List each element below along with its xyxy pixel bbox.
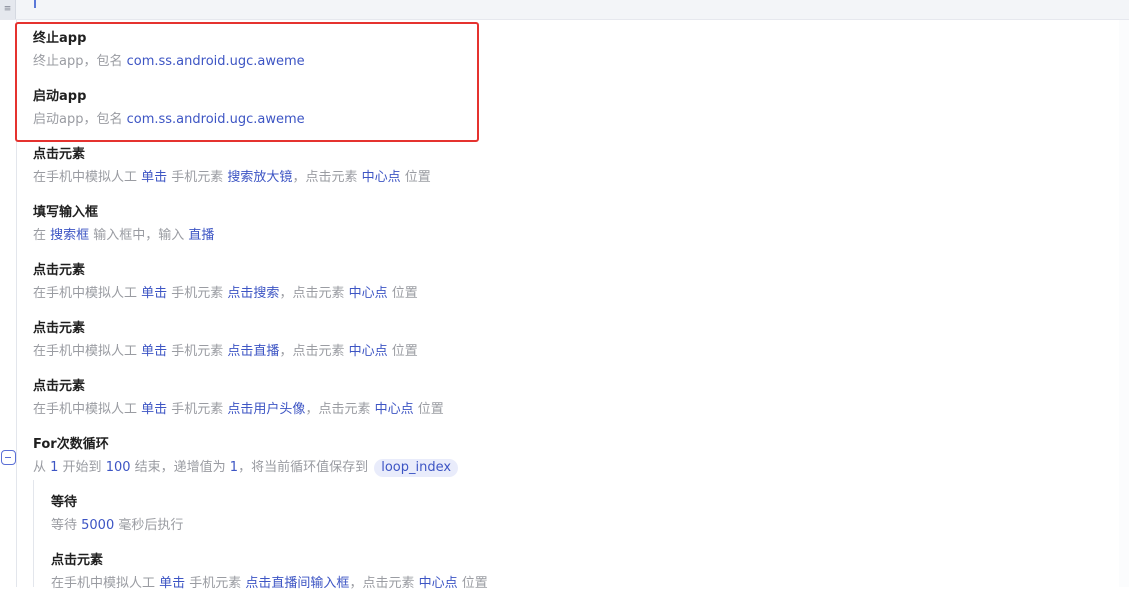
param-value: 单击	[141, 286, 168, 301]
step-description: 启动app，包名 com.ss.android.ugc.aweme	[33, 110, 305, 130]
step-title: 启动app	[33, 89, 87, 104]
step-click-search-icon[interactable]: 点击元素 在手机中模拟人工 单击 手机元素 搜索放大镜，点击元素 中心点 位置	[33, 146, 1103, 198]
step-click-live-input[interactable]: 点击元素 在手机中模拟人工 单击 手机元素 点击直播间输入框，点击元素 中心点 …	[51, 552, 1101, 604]
desc-text: ，点击元素	[279, 286, 349, 301]
step-description: 在手机中模拟人工 单击 手机元素 搜索放大镜，点击元素 中心点 位置	[33, 168, 431, 188]
param-value: 中心点	[361, 170, 401, 185]
param-value: 搜索放大镜	[227, 170, 293, 185]
desc-text: 手机元素	[167, 170, 228, 185]
step-description: 终止app，包名 com.ss.android.ugc.aweme	[33, 52, 305, 72]
step-description: 在手机中模拟人工 单击 手机元素 点击直播间输入框，点击元素 中心点 位置	[51, 574, 488, 594]
desc-text: 输入框中，输入	[89, 228, 189, 243]
step-title: 点击元素	[33, 147, 86, 162]
step-description: 在手机中模拟人工 单击 手机元素 点击直播，点击元素 中心点 位置	[33, 342, 418, 362]
step-click-live[interactable]: 点击元素 在手机中模拟人工 单击 手机元素 点击直播，点击元素 中心点 位置	[33, 320, 1103, 372]
step-fill-input[interactable]: 填写输入框 在 搜索框 输入框中，输入 直播	[33, 204, 1103, 256]
desc-text: 毫秒后执行	[114, 518, 184, 533]
param-value: 中心点	[348, 286, 388, 301]
param-value: 中心点	[374, 402, 414, 417]
param-value: 100	[105, 460, 131, 475]
desc-text: 位置	[387, 286, 418, 301]
desc-text: 等待	[51, 518, 82, 533]
step-title: 点击元素	[33, 321, 86, 336]
param-value: 单击	[141, 402, 168, 417]
step-title: For次数循环	[33, 437, 109, 452]
desc-text: 位置	[400, 170, 431, 185]
variable-chip[interactable]: loop_index	[374, 459, 459, 477]
desc-text: ，点击元素	[305, 402, 375, 417]
desc-text: 手机元素	[167, 402, 228, 417]
desc-text: ，将当前循环值保存到	[238, 460, 373, 475]
panel-tab[interactable]: ≡	[0, 0, 16, 19]
step-title: 点击元素	[51, 553, 104, 568]
desc-text: ，点击元素	[292, 170, 362, 185]
desc-text: 从	[33, 460, 51, 475]
param-value: 单击	[159, 576, 186, 591]
param-value: 点击用户头像	[227, 402, 306, 417]
step-start-app[interactable]: 启动app 启动app，包名 com.ss.android.ugc.aweme	[33, 88, 1103, 140]
step-description: 在手机中模拟人工 单击 手机元素 点击用户头像，点击元素 中心点 位置	[33, 400, 444, 420]
desc-text: 在手机中模拟人工	[33, 344, 142, 359]
step-title: 点击元素	[33, 379, 86, 394]
param-value: 1	[229, 460, 239, 475]
param-value: 点击直播间输入框	[245, 576, 350, 591]
collapse-toggle-icon[interactable]	[1, 450, 16, 465]
loop-guide-line	[33, 480, 34, 587]
text-cursor	[34, 0, 36, 8]
param-value: 单击	[141, 170, 168, 185]
step-click-search[interactable]: 点击元素 在手机中模拟人工 单击 手机元素 点击搜索，点击元素 中心点 位置	[33, 262, 1103, 314]
step-title: 点击元素	[33, 263, 86, 278]
step-click-avatar[interactable]: 点击元素 在手机中模拟人工 单击 手机元素 点击用户头像，点击元素 中心点 位置	[33, 378, 1103, 430]
desc-text: 启动app，包名	[33, 112, 127, 127]
step-stop-app[interactable]: 终止app 终止app，包名 com.ss.android.ugc.aweme	[33, 30, 1103, 82]
step-description: 等待 5000 毫秒后执行	[51, 516, 183, 536]
param-value: com.ss.android.ugc.aweme	[126, 112, 305, 127]
step-title: 终止app	[33, 31, 87, 46]
param-value: 5000	[81, 518, 115, 533]
step-title: 等待	[51, 495, 78, 510]
step-description: 从 1 开始到 100 结束，递增值为 1，将当前循环值保存到 loop_ind…	[33, 458, 459, 478]
param-value: 点击直播	[227, 344, 280, 359]
step-description: 在手机中模拟人工 单击 手机元素 点击搜索，点击元素 中心点 位置	[33, 284, 418, 304]
top-toolbar: ≡	[0, 0, 1129, 20]
tree-guide-line	[16, 20, 17, 587]
param-value: 中心点	[418, 576, 458, 591]
step-for-loop[interactable]: For次数循环 从 1 开始到 100 结束，递增值为 1，将当前循环值保存到 …	[33, 436, 1103, 488]
desc-text: 手机元素	[185, 576, 246, 591]
param-value: 点击搜索	[227, 286, 280, 301]
desc-text: 在手机中模拟人工	[33, 170, 142, 185]
param-value: 搜索框	[50, 228, 90, 243]
step-description: 在 搜索框 输入框中，输入 直播	[33, 226, 214, 246]
desc-text: 位置	[413, 402, 444, 417]
desc-text: 手机元素	[167, 286, 228, 301]
desc-text: ，点击元素	[349, 576, 419, 591]
scrollbar-track[interactable]	[1119, 20, 1129, 587]
desc-text: 位置	[457, 576, 488, 591]
desc-text: 在	[33, 228, 51, 243]
param-value: 单击	[141, 344, 168, 359]
desc-text: 手机元素	[167, 344, 228, 359]
desc-text: 结束，递增值为	[130, 460, 230, 475]
step-title: 填写输入框	[33, 205, 99, 220]
desc-text: 在手机中模拟人工	[33, 286, 142, 301]
step-wait[interactable]: 等待 等待 5000 毫秒后执行	[51, 494, 1101, 546]
param-value: 中心点	[348, 344, 388, 359]
desc-text: 在手机中模拟人工	[33, 402, 142, 417]
desc-text: ，点击元素	[279, 344, 349, 359]
desc-text: 开始到	[58, 460, 106, 475]
param-value: com.ss.android.ugc.aweme	[126, 54, 305, 69]
desc-text: 位置	[387, 344, 418, 359]
desc-text: 在手机中模拟人工	[51, 576, 160, 591]
param-value: 直播	[188, 228, 215, 243]
desc-text: 终止app，包名	[33, 54, 127, 69]
